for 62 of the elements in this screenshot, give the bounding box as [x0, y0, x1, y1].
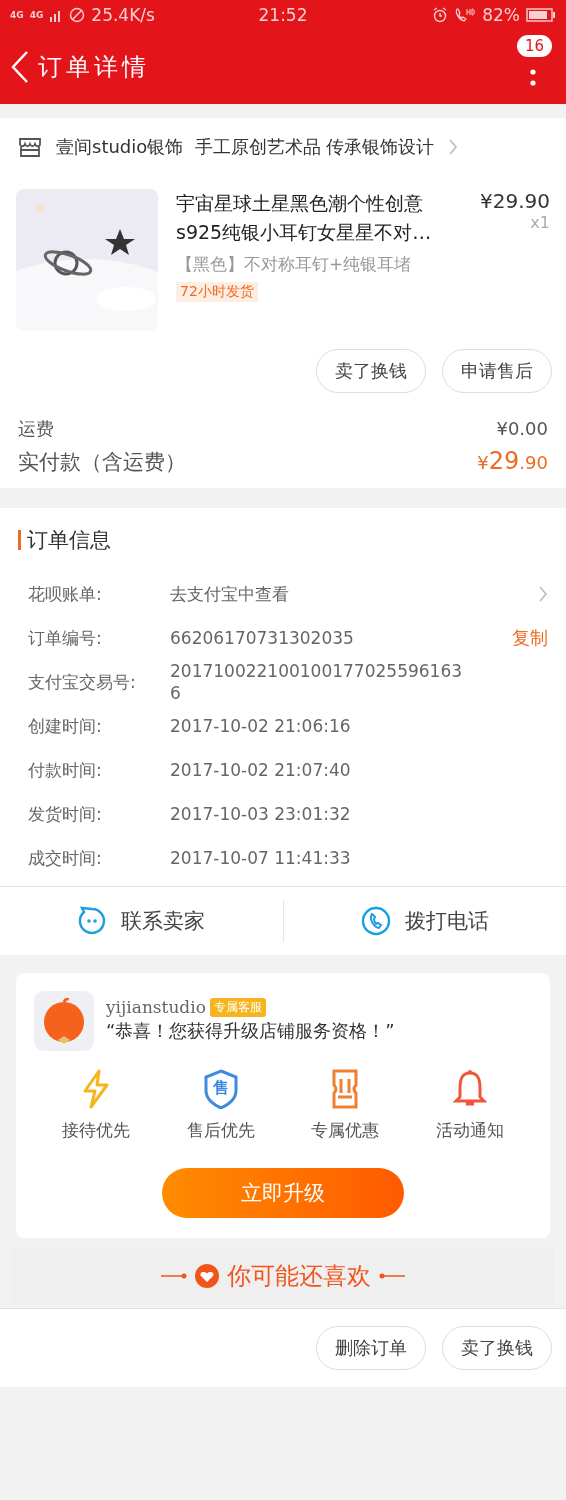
info-value: 66206170731302035 [170, 627, 355, 649]
battery-level: 82% [482, 5, 520, 25]
contact-button[interactable]: 联系卖家 [71, 900, 212, 942]
clock: 21:52 [258, 5, 308, 25]
total-label: 实付款（含运费） [18, 449, 186, 476]
bell-icon [452, 1069, 487, 1109]
upgrade-message: “恭喜！您获得升级店铺服务资格！” [106, 1019, 395, 1043]
benefit-label: 专属优惠 [311, 1119, 380, 1142]
divider-arrow-icon [379, 1273, 405, 1279]
phone-hd-icon [454, 7, 477, 23]
benefit-label: 接待优先 [62, 1119, 131, 1142]
shop-name[interactable]: 壹间studio银饰 手工原创艺术品 传承银饰设计 [56, 135, 435, 159]
info-value: 2017-10-02 21:07:40 [170, 759, 352, 781]
info-value: 2017100221001001770255961636 [170, 660, 464, 704]
benefit-label: 售后优先 [186, 1119, 255, 1142]
avatar-icon [42, 998, 86, 1044]
chevron-right-icon [538, 585, 548, 603]
action-button[interactable]: 卖了换钱 [442, 1326, 552, 1370]
section-title: 订单信息 [27, 527, 111, 554]
shield-icon: 售 [203, 1069, 238, 1109]
notification-badge: 16 [516, 35, 552, 57]
chat-icon [77, 906, 108, 936]
network-label: 4G [10, 10, 24, 20]
service-tag: 专属客服 [209, 997, 266, 1017]
battery-icon [526, 8, 556, 22]
store-icon [18, 136, 42, 158]
info-value: 2017-10-07 11:41:33 [170, 847, 352, 869]
back-icon[interactable] [10, 50, 30, 84]
info-value: 2017-10-03 23:01:32 [170, 803, 352, 825]
network-speed: 25.4K/s [91, 5, 155, 25]
total-label: 运费 [18, 417, 54, 441]
action-button[interactable]: 删除订单 [316, 1326, 426, 1370]
network-label: 4G [29, 10, 44, 20]
benefit-label: 活动通知 [435, 1119, 504, 1142]
action-button[interactable]: 卖了换钱 [316, 349, 426, 393]
info-label: 成交时间: [28, 846, 103, 870]
more-icon[interactable] [530, 69, 536, 87]
info-label: 花呗账单: [28, 582, 103, 606]
divider-arrow-icon [161, 1273, 187, 1279]
shipping-tag: 72小时发货 [176, 282, 258, 302]
chevron-right-icon [448, 138, 459, 156]
contact-button[interactable]: 拨打电话 [354, 900, 495, 942]
product-quantity: x1 [529, 213, 550, 232]
info-value: 2017-10-02 21:06:16 [170, 715, 352, 737]
blocked-icon [69, 7, 86, 23]
product-title[interactable]: 宇宙星球土星黑色潮个性创意s925纯银小耳钉女星星不对… [176, 189, 452, 247]
info-label: 支付宝交易号: [28, 670, 137, 694]
info-label: 创建时间: [28, 714, 103, 738]
info-label: 发货时间: [28, 802, 103, 826]
action-button[interactable]: 申请售后 [442, 349, 552, 393]
product-variant: 【黑色】不对称耳钉+纯银耳堵 [176, 253, 413, 276]
info-value[interactable]: 去支付宝中查看 [170, 583, 538, 605]
total-value: ¥29.90 [477, 447, 548, 475]
info-label: 付款时间: [28, 758, 103, 782]
seller-name: yijianstudio [106, 997, 206, 1017]
info-label: 订单编号: [28, 626, 103, 650]
alarm-icon [432, 7, 449, 23]
product-price: ¥29.90 [479, 189, 550, 213]
total-value: ¥0.00 [496, 418, 548, 439]
page-title: 订单详情 [38, 52, 151, 83]
phone-icon [360, 906, 391, 936]
section-title: 你可能还喜欢 [227, 1261, 371, 1292]
